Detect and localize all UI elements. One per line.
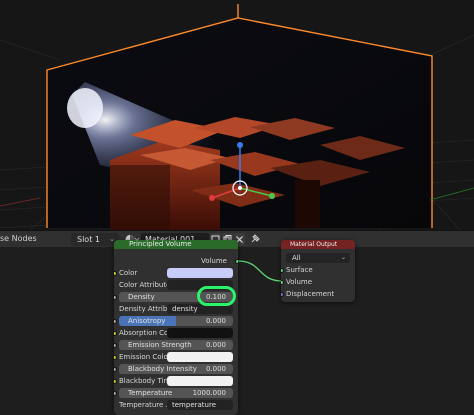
temperature-attribute-field[interactable]: temperature — [167, 400, 233, 410]
volume-input-row: Volume — [281, 276, 355, 288]
color-swatch[interactable] — [167, 268, 233, 278]
emission-color-row: Emission Color — [114, 351, 238, 363]
density-socket[interactable] — [114, 295, 117, 300]
blackbody-tint-label: Blackbody Tint — [119, 377, 171, 385]
emission-color-swatch[interactable] — [167, 352, 233, 362]
anisotropy-row: Anisotropy 0.000 — [114, 315, 238, 327]
anisotropy-socket[interactable] — [114, 319, 117, 324]
absorption-color-swatch[interactable] — [167, 328, 233, 338]
displacement-socket[interactable] — [281, 292, 284, 297]
blackbody-tint-swatch[interactable] — [167, 376, 233, 386]
pin-button[interactable] — [249, 233, 261, 246]
anisotropy-value: 0.000 — [205, 317, 226, 325]
density-highlight-ring — [197, 286, 236, 306]
volume-input-label: Volume — [286, 278, 313, 286]
material-output-node[interactable]: Material Output All ⌄ Surface Volume Dis… — [281, 240, 355, 302]
displacement-label: Displacement — [286, 290, 335, 298]
temperature-attribute-value: temperature — [172, 401, 216, 409]
pin-icon — [251, 234, 260, 243]
color-row: Color — [114, 267, 238, 279]
emission-strength-value: 0.000 — [205, 341, 226, 349]
blackbody-tint-row: Blackbody Tint — [114, 375, 238, 387]
emission-color-socket[interactable] — [114, 355, 117, 360]
volume-input-socket[interactable] — [281, 280, 284, 285]
node-title: Material Output — [290, 241, 338, 248]
temperature-value: 1000.000 — [192, 389, 226, 397]
blackbody-intensity-field[interactable]: Blackbody Intensity 0.000 — [119, 364, 233, 374]
color-socket[interactable] — [114, 271, 117, 276]
node-header[interactable]: Material Output — [281, 240, 355, 249]
node-title: Principled Volume — [129, 240, 192, 248]
temperature-field[interactable]: Temperature 1000.000 — [119, 388, 233, 398]
slot-label: Slot 1 — [77, 235, 100, 244]
editor-title: se Nodes — [0, 234, 37, 243]
absorption-color-row: Absorption Co... — [114, 327, 238, 339]
node-header[interactable]: Principled Volume — [114, 240, 238, 249]
viewport-scene — [0, 4, 474, 230]
volume-output-socket[interactable] — [235, 259, 238, 264]
emission-color-label: Emission Color — [119, 353, 171, 361]
blackbody-intensity-value: 0.000 — [205, 365, 226, 373]
blackbody-tint-socket[interactable] — [114, 379, 117, 384]
principled-volume-node[interactable]: Principled Volume Volume Color Color Att… — [114, 240, 238, 415]
temperature-attribute-row: Temperature ... temperature — [114, 399, 238, 411]
blackbody-intensity-row: Blackbody Intensity 0.000 — [114, 363, 238, 375]
anisotropy-slider[interactable]: Anisotropy 0.000 — [119, 316, 233, 326]
surface-label: Surface — [286, 266, 313, 274]
absorption-color-socket[interactable] — [114, 331, 117, 336]
chevron-down-icon: ⌄ — [340, 254, 346, 261]
target-dropdown[interactable]: All ⌄ — [286, 253, 350, 263]
temperature-row: Temperature 1000.000 — [114, 387, 238, 399]
emission-strength-field[interactable]: Emission Strength 0.000 — [119, 340, 233, 350]
density-attribute-label: Density Attrib... — [119, 305, 174, 313]
surface-socket[interactable] — [281, 268, 284, 273]
volume-output-row: Volume — [114, 255, 238, 267]
slot-dropdown[interactable]: Slot 1 ⌄ — [71, 233, 119, 246]
3d-viewport[interactable] — [0, 0, 474, 230]
displacement-input-row: Displacement — [281, 288, 355, 300]
emission-strength-socket[interactable] — [114, 343, 117, 348]
surface-input-row: Surface — [281, 264, 355, 276]
volume-output-label: Volume — [200, 257, 227, 265]
emission-strength-row: Emission Strength 0.000 — [114, 339, 238, 351]
spot-light-source — [67, 88, 103, 128]
color-attribute-label: Color Attribute — [119, 281, 171, 289]
color-label: Color — [119, 269, 138, 277]
temperature-socket[interactable] — [114, 391, 117, 396]
blackbody-intensity-socket[interactable] — [114, 367, 117, 372]
temperature-attribute-label: Temperature ... — [119, 401, 173, 409]
